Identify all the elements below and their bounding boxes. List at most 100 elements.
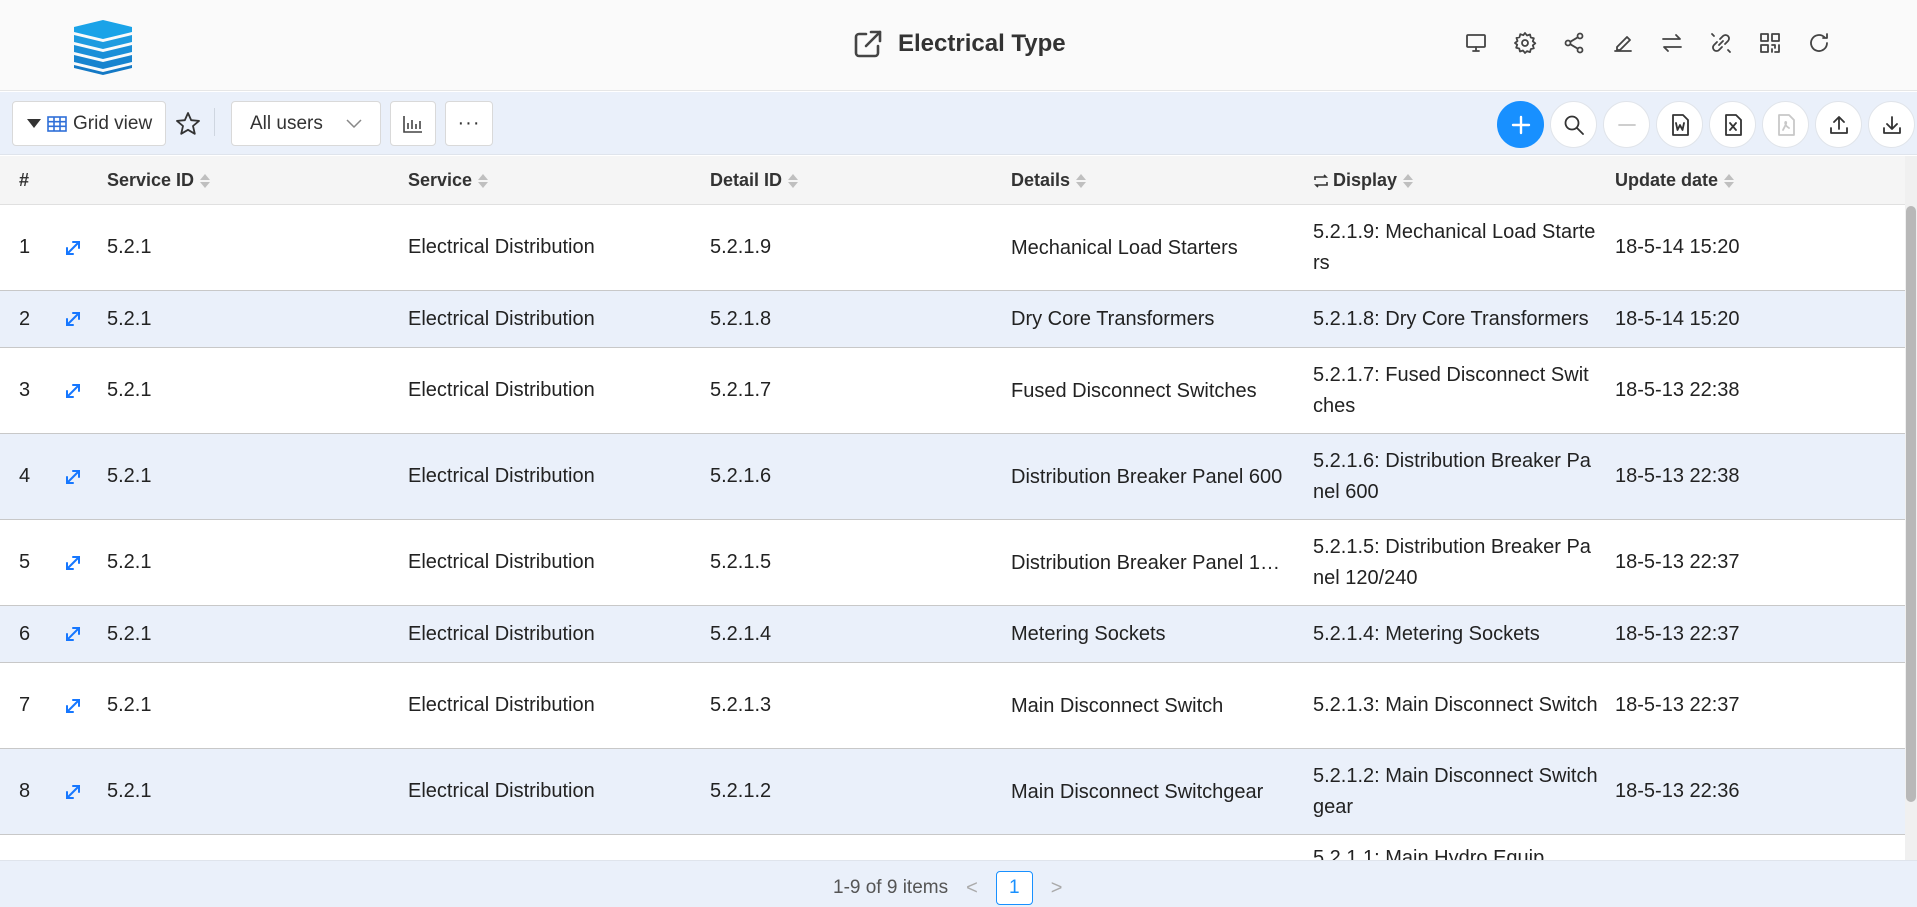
row-index: 9 — [19, 835, 30, 860]
expand-row-button[interactable] — [62, 291, 84, 347]
table-row[interactable]: 7 5.2.1 Electrical Distribution 5.2.1.3 Main… — [0, 663, 1905, 749]
export-excel-button[interactable] — [1709, 101, 1756, 148]
desktop-icon[interactable] — [1463, 30, 1488, 55]
column-header-update-date[interactable]: Update date — [1615, 156, 1735, 205]
gear-icon[interactable] — [1512, 30, 1537, 55]
page-number-current[interactable]: 1 — [995, 871, 1033, 905]
table-row[interactable]: 9 5.2.1.1: Main Hydro Equip — [0, 835, 1905, 860]
table-row[interactable]: 5 5.2.1 Electrical Distribution 5.2.1.5 Dist… — [0, 520, 1905, 606]
column-service-id-label: Service ID — [107, 170, 195, 190]
table-row[interactable]: 8 5.2.1 Electrical Distribution 5.2.1.2 Main… — [0, 749, 1905, 835]
sort-icon[interactable] — [1403, 173, 1414, 188]
column-header-detail-id[interactable]: Detail ID — [710, 156, 799, 205]
cell-details-wrapper: Metering Sockets — [1011, 606, 1286, 662]
next-page-button[interactable]: > — [1051, 877, 1063, 900]
expand-row-button[interactable] — [62, 434, 84, 519]
expand-row-button[interactable] — [62, 663, 84, 748]
row-index: 3 — [19, 379, 31, 401]
export-pdf-button[interactable] — [1762, 101, 1809, 148]
link-icon[interactable] — [1708, 30, 1733, 55]
user-filter-select[interactable]: All users — [231, 101, 381, 146]
add-record-button[interactable] — [1497, 101, 1544, 148]
pagination: 1-9 of 9 items < 1 > — [833, 871, 1062, 905]
cell-display: 5.2.1.4: Metering Sockets — [1313, 622, 1540, 645]
expand-row-button[interactable] — [62, 606, 84, 662]
edit-icon[interactable] — [1610, 30, 1635, 55]
user-filter-value: All users — [250, 112, 323, 134]
previous-page-button[interactable]: < — [966, 877, 978, 900]
sort-icon[interactable] — [478, 173, 489, 188]
search-icon — [1564, 115, 1584, 135]
cell-service-id: 5.2.1 — [107, 307, 152, 330]
page-title: Electrical Type — [898, 30, 1066, 57]
column-header-service[interactable]: Service — [408, 156, 489, 205]
column-service-label: Service — [408, 170, 473, 190]
expand-icon — [66, 698, 80, 713]
cell-display: 5.2.1.2: Main Disconnect Switchgear — [1313, 764, 1598, 818]
sort-icon[interactable] — [788, 173, 799, 188]
export-word-button[interactable] — [1656, 101, 1703, 148]
star-icon[interactable] — [175, 111, 201, 137]
refresh-icon[interactable] — [1806, 30, 1831, 55]
delete-record-button[interactable] — [1603, 101, 1650, 148]
view-switcher-label: Grid view — [73, 112, 153, 134]
cell-update-date: 18-5-14 15:20 — [1615, 236, 1740, 258]
column-header-index: # — [19, 156, 29, 205]
download-button[interactable] — [1868, 101, 1915, 148]
cell-detail-id: 5.2.1.2 — [710, 780, 772, 802]
upload-button[interactable] — [1815, 101, 1862, 148]
sort-icon[interactable] — [1724, 173, 1735, 188]
cell-update-date: 18-5-13 22:38 — [1615, 465, 1740, 487]
cell-service-id: 5.2.1 — [107, 694, 152, 716]
chart-button[interactable] — [390, 101, 436, 146]
cell-display: 5.2.1.7: Fused Disconnect Switches — [1313, 363, 1589, 417]
external-link-icon[interactable] — [852, 28, 884, 60]
row-index: 4 — [19, 465, 31, 487]
swap-icon[interactable] — [1659, 30, 1684, 55]
share-icon[interactable] — [1561, 30, 1586, 55]
excel-file-icon — [1724, 113, 1742, 136]
cell-service: Electrical Distribution — [408, 236, 595, 258]
table-row[interactable]: 2 5.2.1 Electrical Distribution 5.2.1.8 Dry … — [0, 291, 1905, 348]
cell-service-id: 5.2.1 — [107, 551, 152, 573]
view-switcher-button[interactable]: Grid view — [12, 101, 166, 146]
cell-details: Main Disconnect Switchgear — [1011, 781, 1264, 802]
word-file-icon — [1671, 113, 1689, 136]
caret-down-icon — [27, 119, 41, 128]
app-header: Electrical Type — [0, 0, 1917, 91]
expand-icon — [66, 627, 80, 641]
expand-row-button[interactable] — [62, 348, 84, 433]
cell-details: Metering Sockets — [1011, 624, 1166, 644]
scrollbar-thumb[interactable] — [1906, 206, 1916, 802]
qrcode-icon[interactable] — [1757, 30, 1782, 55]
bar-chart-icon — [403, 115, 422, 133]
download-icon — [1882, 115, 1901, 134]
sort-icon[interactable] — [200, 173, 211, 188]
table-row[interactable]: 3 5.2.1 Electrical Distribution 5.2.1.7 Fuse… — [0, 348, 1905, 434]
cell-details-wrapper: Mechanical Load Starters — [1011, 205, 1286, 290]
expand-icon — [66, 312, 80, 326]
column-header-display[interactable]: Display — [1313, 156, 1414, 205]
row-index: 2 — [19, 307, 31, 330]
column-header-details[interactable]: Details — [1011, 156, 1087, 205]
search-button[interactable] — [1550, 101, 1597, 148]
table-row[interactable]: 6 5.2.1 Electrical Distribution 5.2.1.4 Mete… — [0, 606, 1905, 663]
cell-details-wrapper: Distribution Breaker Panel 120/240 — [1011, 520, 1286, 605]
expand-icon — [66, 383, 80, 398]
sort-icon[interactable] — [1076, 173, 1087, 188]
more-options-button[interactable]: ··· — [445, 101, 493, 146]
expand-row-button[interactable] — [62, 205, 84, 290]
cell-detail-id: 5.2.1.7 — [710, 379, 772, 401]
table-body: 1 5.2.1 Electrical Distribution 5.2.1.9 Mech… — [0, 205, 1905, 860]
table-row[interactable]: 4 5.2.1 Electrical Distribution 5.2.1.6 Dist… — [0, 434, 1905, 520]
expand-row-button[interactable] — [62, 520, 84, 605]
table-header: # Service ID Service Detail ID Details D… — [0, 156, 1905, 205]
expand-row-button[interactable] — [62, 749, 84, 834]
column-header-service-id[interactable]: Service ID — [107, 156, 211, 205]
formula-loop-icon — [1314, 173, 1328, 188]
cell-detail-id: 5.2.1.6 — [710, 465, 772, 487]
table-row[interactable]: 1 5.2.1 Electrical Distribution 5.2.1.9 Mech… — [0, 205, 1905, 291]
app-logo[interactable] — [72, 18, 134, 76]
cell-details-wrapper — [1011, 835, 1286, 860]
cell-detail-id: 5.2.1.8 — [710, 307, 772, 330]
